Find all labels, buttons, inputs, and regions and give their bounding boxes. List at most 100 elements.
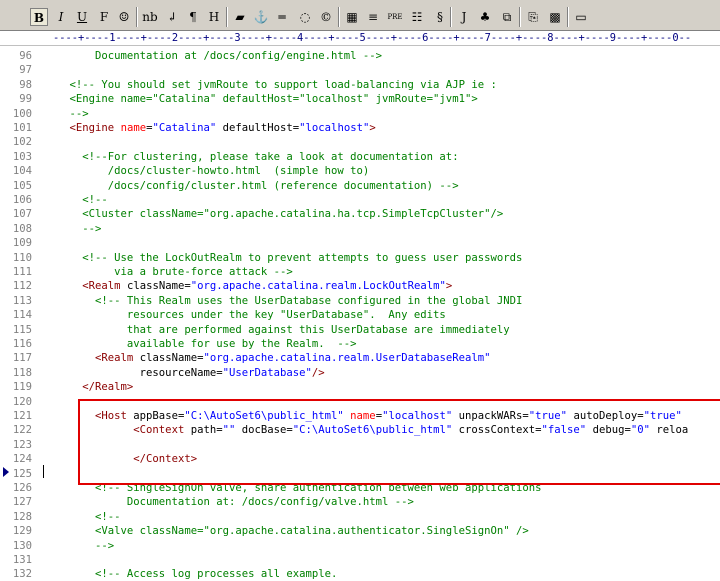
code-line[interactable]: <!--For clustering, please take a look a…	[44, 150, 458, 164]
code-line[interactable]: <Engine name="Catalina" defaultHost="loc…	[44, 92, 478, 106]
line-number: 106	[12, 194, 32, 206]
column-ruler: ----+----1----+----2----+----3----+----4…	[0, 31, 720, 46]
italic-button[interactable]: I	[52, 8, 70, 26]
code-token: Documentation at /docs/config/engine.htm…	[44, 50, 383, 62]
toolbar-separator	[338, 7, 340, 27]
code-token: <!--	[44, 194, 108, 206]
line-number: 104	[12, 165, 32, 178]
colors-button[interactable]: ▩	[546, 8, 564, 26]
bold-button[interactable]: B	[30, 8, 48, 26]
line-number: 119	[12, 381, 32, 394]
code-line[interactable]: <!--	[44, 510, 121, 524]
line-number: 124	[12, 453, 32, 466]
nbsp-button[interactable]: nb	[141, 8, 159, 26]
ruler-marks: ----+----1----+----2----+----3----+----4…	[53, 32, 692, 44]
code-line[interactable]: <Valve className="org.apache.catalina.au…	[44, 524, 529, 538]
javascript-button[interactable]: J	[455, 8, 473, 26]
anchor-button[interactable]: ⚓	[252, 8, 270, 26]
color-picker-button[interactable]: ▰	[231, 8, 249, 26]
code-line[interactable]: that are performed against this UserData…	[44, 323, 510, 337]
code-token: <Realm	[82, 280, 121, 293]
code-line[interactable]: </Realm>	[44, 380, 133, 394]
toolbar-separator	[226, 7, 228, 27]
heading-button[interactable]: H	[205, 8, 223, 26]
code-token: <Engine	[69, 122, 115, 134]
paragraph-button[interactable]: ¶	[184, 8, 202, 26]
horizontal-rule-button[interactable]: ═	[273, 8, 291, 26]
underline-button[interactable]: U	[73, 8, 91, 26]
code-token: <!-- Access log processes all example.	[44, 568, 338, 581]
code-line[interactable]: via a brute-force attack -->	[44, 265, 293, 279]
code-line[interactable]: Documentation at /docs/config/engine.htm…	[44, 49, 382, 63]
code-line[interactable]: /docs/cluster-howto.html (simple how to)	[44, 164, 370, 178]
code-line[interactable]: -->	[44, 107, 89, 121]
line-number: 132	[12, 568, 32, 581]
line-number: 121	[12, 410, 32, 422]
line-number: 109	[12, 237, 32, 250]
line-number: 131	[12, 554, 32, 566]
line-number: 129	[12, 525, 32, 538]
code-line[interactable]: <Cluster className="org.apache.catalina.…	[44, 207, 503, 221]
code-line[interactable]: /docs/config/cluster.html (reference doc…	[44, 179, 459, 193]
line-number: 100	[12, 107, 32, 120]
code-token: "UserDatabase"	[222, 366, 312, 379]
text-cursor	[43, 465, 44, 478]
code-line[interactable]: <!-- This Realm uses the UserDatabase co…	[44, 294, 522, 308]
code-token: <Cluster className="org.apache.catalina.…	[44, 208, 504, 221]
line-number: 130	[12, 539, 32, 552]
code-line[interactable]: -->	[44, 222, 101, 236]
code-line[interactable]: <Engine name="Catalina" defaultHost="loc…	[44, 121, 376, 135]
line-number: 116	[12, 338, 32, 350]
code-token: "localhost"	[299, 122, 370, 134]
code-token: <Engine name="Catalina" defaultHost="loc…	[44, 93, 478, 106]
line-break-button[interactable]: ↲	[163, 8, 181, 26]
code-token: >	[369, 122, 376, 134]
code-token: className=	[133, 352, 204, 365]
code-line[interactable]: <!-- You should set jvmRoute to support …	[44, 78, 497, 92]
code-line[interactable]: <Realm className="org.apache.catalina.re…	[44, 351, 490, 365]
pre-button[interactable]: PRE	[386, 8, 404, 26]
table-button[interactable]: ▦	[343, 8, 361, 26]
plugin-button[interactable]: ♣	[476, 8, 494, 26]
paste-button[interactable]: ⎘	[524, 8, 542, 26]
code-token: <!--	[44, 510, 121, 523]
line-number-gutter: 96 97 98 99 100 101 102 103 104 105 106 107 108 109 11…	[0, 46, 42, 580]
line-number: 99	[19, 93, 32, 106]
copy-button[interactable]: ⧉	[498, 8, 516, 26]
highlight-box	[78, 399, 720, 485]
code-line[interactable]: available for use by the Realm. -->	[44, 337, 357, 351]
current-line-marker-icon	[3, 467, 9, 477]
code-line[interactable]: <Realm className="org.apache.catalina.re…	[44, 279, 452, 293]
format-button[interactable]: §	[431, 8, 449, 26]
code-line[interactable]: resourceName="UserDatabase"/>	[44, 366, 325, 380]
code-token: <!-- This Realm uses the UserDatabase co…	[44, 294, 523, 307]
code-token: >	[445, 280, 453, 293]
code-token: that are performed against this UserData…	[44, 323, 510, 336]
center-button[interactable]: ≡	[364, 8, 382, 26]
code-line[interactable]: <!--	[44, 193, 108, 207]
line-number: 101	[12, 122, 32, 134]
line-number: 115	[12, 323, 32, 336]
list-button[interactable]: ☷	[408, 8, 426, 26]
line-number: 105	[12, 179, 32, 192]
line-number: 102	[12, 136, 32, 149]
comment-button[interactable]: ©	[317, 8, 335, 26]
toolbar-separator	[519, 7, 521, 27]
code-line[interactable]: <!-- Use the LockOutRealm to prevent att…	[44, 251, 522, 265]
code-token: Documentation at: /docs/config/valve.htm…	[44, 496, 414, 509]
special-char-button[interactable]: ☺	[115, 8, 133, 26]
window-button[interactable]: ▭	[572, 8, 590, 26]
line-number: 97	[19, 64, 32, 77]
toolbar-separator	[136, 7, 138, 27]
code-line[interactable]: resources under the key "UserDatabase". …	[44, 308, 446, 322]
line-number: 128	[12, 510, 32, 523]
toolbar-separator	[567, 7, 569, 27]
code-line[interactable]: <!-- Access log processes all example.	[44, 567, 337, 581]
image-button[interactable]: ◌	[296, 8, 314, 26]
line-number: 114	[12, 309, 32, 322]
font-button[interactable]: F	[95, 8, 113, 26]
code-line[interactable]: Documentation at: /docs/config/valve.htm…	[44, 495, 414, 509]
code-line[interactable]: -->	[44, 539, 114, 553]
